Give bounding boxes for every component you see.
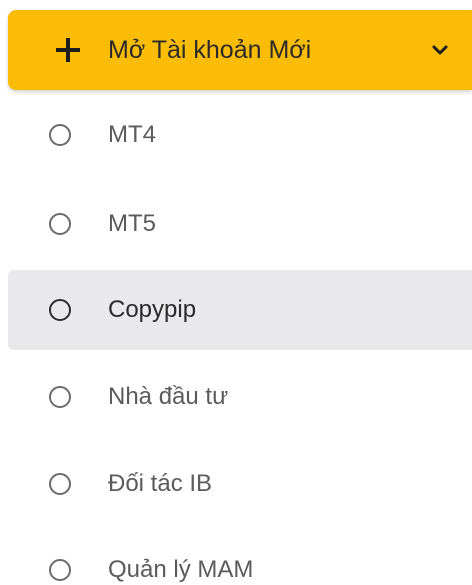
menu-item-investor[interactable]: Nhà đầu tư [8, 357, 472, 437]
menu-item-label: Copypip [108, 296, 197, 323]
radio-icon [49, 386, 71, 408]
menu-item-mam-manager[interactable]: Quản lý MAM [8, 530, 472, 585]
radio-icon [49, 559, 71, 581]
menu-item-label: Quản lý MAM [108, 556, 254, 583]
chevron-down-icon [431, 43, 449, 57]
open-new-account-button[interactable]: Mở Tài khoản Mới [8, 10, 472, 90]
menu-item-copypip[interactable]: Copypip [8, 270, 472, 350]
menu-item-mt5[interactable]: MT5 [8, 184, 472, 264]
radio-icon [49, 299, 71, 321]
menu-item-ib-partner[interactable]: Đối tác IB [8, 444, 472, 524]
menu-item-label: MT5 [108, 210, 156, 237]
menu-item-label: MT4 [108, 121, 156, 148]
plus-icon [55, 37, 81, 63]
radio-icon [49, 473, 71, 495]
menu-item-label: Nhà đầu tư [108, 383, 229, 410]
menu-item-mt4[interactable]: MT4 [8, 95, 472, 175]
radio-icon [49, 213, 71, 235]
radio-icon [49, 124, 71, 146]
open-new-account-label: Mở Tài khoản Mới [108, 36, 312, 64]
open-account-menu: Mở Tài khoản Mới MT4 MT5 Copypip Nhà đầu… [0, 0, 472, 585]
menu-item-label: Đối tác IB [108, 470, 213, 497]
